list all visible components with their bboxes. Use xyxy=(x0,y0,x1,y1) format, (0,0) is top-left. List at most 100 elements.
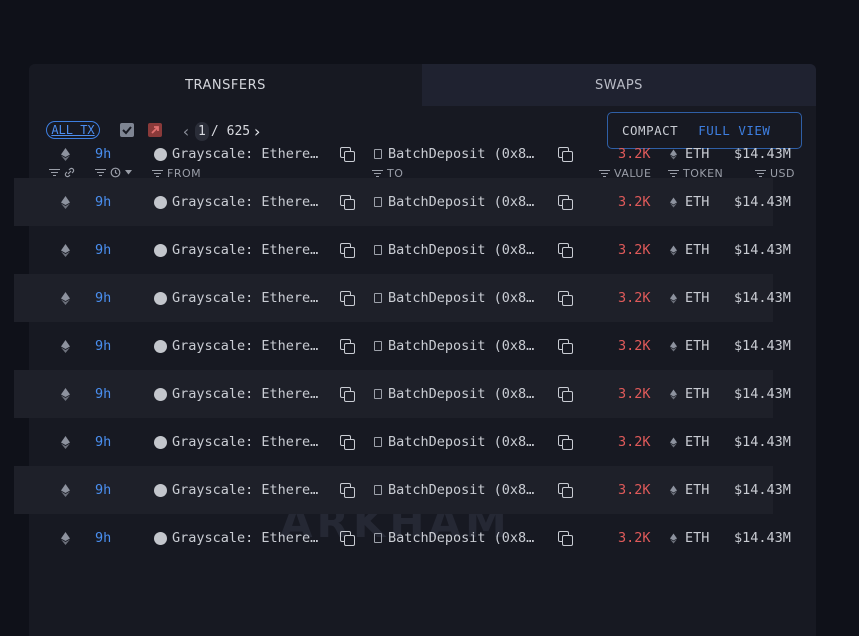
to-address[interactable]: BatchDeposit (0x8… xyxy=(388,290,534,306)
from-entity[interactable]: Grayscale: Ethere… xyxy=(154,466,318,514)
from-entity[interactable]: Grayscale: Ethere… xyxy=(154,322,318,370)
from-address[interactable]: Grayscale: Ethere… xyxy=(172,482,318,498)
from-address[interactable]: Grayscale: Ethere… xyxy=(172,386,318,402)
token[interactable]: ETH xyxy=(670,322,709,370)
copy-icon xyxy=(340,242,355,258)
copy-from-button[interactable] xyxy=(340,178,355,226)
from-address[interactable]: Grayscale: Ethere… xyxy=(172,146,318,162)
usd-amount: $14.43M xyxy=(734,386,791,402)
copy-icon xyxy=(340,290,355,306)
to-address[interactable]: BatchDeposit (0x8… xyxy=(388,146,534,162)
to-entity[interactable]: BatchDeposit (0x8… xyxy=(374,274,534,322)
copy-to-button[interactable] xyxy=(558,514,573,562)
time-ago[interactable]: 9h xyxy=(95,514,111,562)
from-address[interactable]: Grayscale: Ethere… xyxy=(172,530,318,546)
to-entity[interactable]: BatchDeposit (0x8… xyxy=(374,322,534,370)
to-entity[interactable]: BatchDeposit (0x8… xyxy=(374,466,534,514)
time-ago[interactable]: 9h xyxy=(95,226,111,274)
copy-from-button[interactable] xyxy=(340,370,355,418)
from-address[interactable]: Grayscale: Ethere… xyxy=(172,434,318,450)
table-row[interactable]: 9h Grayscale: Ethere… BatchDeposit (0x8… 3.… xyxy=(14,322,791,370)
grayscale-logo-icon xyxy=(154,387,167,401)
time-ago[interactable]: 9h xyxy=(95,418,111,466)
value-amount: 3.2K xyxy=(618,482,651,498)
copy-to-button[interactable] xyxy=(558,130,573,178)
copy-to-button[interactable] xyxy=(558,418,573,466)
tab-swaps[interactable]: SWAPS xyxy=(422,64,816,106)
from-entity[interactable]: Grayscale: Ethere… xyxy=(154,514,318,562)
table-row[interactable]: 9h Grayscale: Ethere… BatchDeposit (0x8… 3.… xyxy=(14,418,791,466)
to-address[interactable]: BatchDeposit (0x8… xyxy=(388,530,534,546)
from-address[interactable]: Grayscale: Ethere… xyxy=(172,290,318,306)
copy-to-button[interactable] xyxy=(558,322,573,370)
to-entity[interactable]: BatchDeposit (0x8… xyxy=(374,370,534,418)
token[interactable]: ETH xyxy=(670,370,709,418)
copy-from-button[interactable] xyxy=(340,274,355,322)
table-row[interactable]: 9h Grayscale: Ethere… BatchDeposit (0x8… 3.… xyxy=(14,370,791,418)
time-ago[interactable]: 9h xyxy=(95,130,111,178)
usd-amount: $14.43M xyxy=(734,290,791,306)
copy-from-button[interactable] xyxy=(340,130,355,178)
to-entity[interactable]: BatchDeposit (0x8… xyxy=(374,178,534,226)
copy-from-button[interactable] xyxy=(340,322,355,370)
token[interactable]: ETH xyxy=(670,418,709,466)
table-row[interactable]: 9h Grayscale: Ethere… BatchDeposit (0x8… 3.… xyxy=(14,274,791,322)
table-row[interactable]: 9h Grayscale: Ethere… BatchDeposit (0x8… 3.… xyxy=(14,226,791,274)
table-row[interactable]: 9h Grayscale: Ethere… BatchDeposit (0x8… 3.… xyxy=(14,466,791,514)
copy-icon xyxy=(558,530,573,546)
grayscale-logo-icon xyxy=(154,531,167,545)
token-symbol: ETH xyxy=(685,290,710,306)
copy-from-button[interactable] xyxy=(340,514,355,562)
copy-to-button[interactable] xyxy=(558,370,573,418)
to-address[interactable]: BatchDeposit (0x8… xyxy=(388,242,534,258)
copy-to-button[interactable] xyxy=(558,178,573,226)
token[interactable]: ETH xyxy=(670,130,709,178)
from-entity[interactable]: Grayscale: Ethere… xyxy=(154,178,318,226)
to-address[interactable]: BatchDeposit (0x8… xyxy=(388,338,534,354)
from-entity[interactable]: Grayscale: Ethere… xyxy=(154,370,318,418)
table-row[interactable]: 9h Grayscale: Ethere… BatchDeposit (0x8… 3.… xyxy=(14,514,791,562)
from-address[interactable]: Grayscale: Ethere… xyxy=(172,242,318,258)
time-ago[interactable]: 9h xyxy=(95,274,111,322)
copy-from-button[interactable] xyxy=(340,466,355,514)
token[interactable]: ETH xyxy=(670,178,709,226)
copy-to-button[interactable] xyxy=(558,274,573,322)
to-address[interactable]: BatchDeposit (0x8… xyxy=(388,194,534,210)
table-row[interactable]: 9h Grayscale: Ethere… BatchDeposit (0x8… 3.… xyxy=(14,178,791,226)
to-address[interactable]: BatchDeposit (0x8… xyxy=(388,434,534,450)
to-address[interactable]: BatchDeposit (0x8… xyxy=(388,386,534,402)
token-symbol: ETH xyxy=(685,482,710,498)
grayscale-logo-icon xyxy=(154,435,167,449)
transfers-table: 9h Grayscale: Ethere… BatchDeposit (0x8… 3.… xyxy=(14,130,791,562)
value-amount: 3.2K xyxy=(618,434,651,450)
time-ago[interactable]: 9h xyxy=(95,370,111,418)
token-symbol: ETH xyxy=(685,194,710,210)
copy-icon xyxy=(558,338,573,354)
token[interactable]: ETH xyxy=(670,226,709,274)
to-entity[interactable]: BatchDeposit (0x8… xyxy=(374,514,534,562)
from-entity[interactable]: Grayscale: Ethere… xyxy=(154,130,318,178)
token[interactable]: ETH xyxy=(670,514,709,562)
token[interactable]: ETH xyxy=(670,466,709,514)
tab-transfers[interactable]: TRANSFERS xyxy=(29,64,422,106)
to-entity[interactable]: BatchDeposit (0x8… xyxy=(374,226,534,274)
copy-to-button[interactable] xyxy=(558,466,573,514)
copy-to-button[interactable] xyxy=(558,226,573,274)
table-row[interactable]: 9h Grayscale: Ethere… BatchDeposit (0x8… 3.… xyxy=(14,130,791,178)
to-entity[interactable]: BatchDeposit (0x8… xyxy=(374,418,534,466)
to-entity[interactable]: BatchDeposit (0x8… xyxy=(374,130,534,178)
from-entity[interactable]: Grayscale: Ethere… xyxy=(154,274,318,322)
token[interactable]: ETH xyxy=(670,274,709,322)
time-ago[interactable]: 9h xyxy=(95,322,111,370)
from-address[interactable]: Grayscale: Ethere… xyxy=(172,338,318,354)
contract-icon xyxy=(374,389,382,399)
token-symbol: ETH xyxy=(685,530,710,546)
copy-from-button[interactable] xyxy=(340,226,355,274)
copy-from-button[interactable] xyxy=(340,418,355,466)
from-entity[interactable]: Grayscale: Ethere… xyxy=(154,418,318,466)
time-ago[interactable]: 9h xyxy=(95,466,111,514)
to-address[interactable]: BatchDeposit (0x8… xyxy=(388,482,534,498)
from-entity[interactable]: Grayscale: Ethere… xyxy=(154,226,318,274)
time-ago[interactable]: 9h xyxy=(95,178,111,226)
from-address[interactable]: Grayscale: Ethere… xyxy=(172,194,318,210)
